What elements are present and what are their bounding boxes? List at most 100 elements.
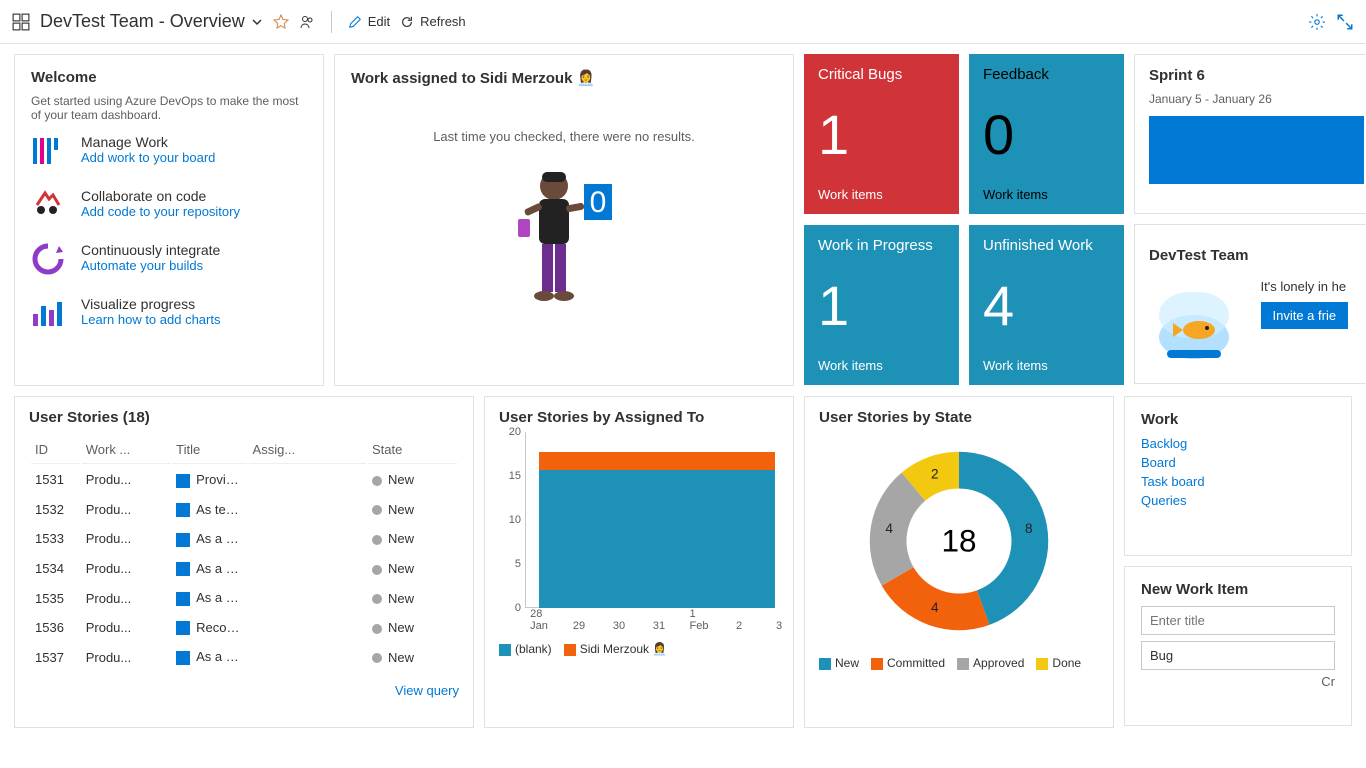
dashboard-title: DevTest Team - Overview [40, 11, 245, 32]
kpi-value: 1 [818, 107, 945, 163]
work-link[interactable]: Queries [1141, 493, 1335, 508]
kpi-value: 1 [818, 278, 945, 334]
chart-state-title: User Stories by State [819, 409, 1099, 426]
col-header[interactable]: Assig... [249, 436, 366, 464]
col-header[interactable]: ID [31, 436, 80, 464]
team-title: DevTest Team [1149, 247, 1249, 264]
kpi-tile[interactable]: Unfinished Work4Work items [969, 225, 1124, 385]
sprint-tile[interactable]: Sprint 6 January 5 - January 26 [1134, 54, 1366, 214]
welcome-desc: Get started using Azure DevOps to make t… [31, 94, 307, 122]
area-chart: 05101520 28Jan2930311Feb23 [499, 432, 779, 632]
workitem-icon [176, 621, 190, 635]
stories-table: IDWork ...TitleAssig...State 1531Produ..… [29, 434, 459, 673]
work-link[interactable]: Task board [1141, 474, 1335, 489]
legend-item: Sidi Merzouk 👩‍💼 [564, 642, 668, 656]
state-dot-icon [372, 476, 382, 486]
kpi-grid: Critical Bugs1Work itemsFeedback0Work it… [804, 54, 1124, 386]
donut-slice[interactable] [882, 567, 990, 630]
welcome-item-title: Visualize progress [81, 296, 220, 312]
table-row[interactable]: 1531Produ...Provide related items or ...… [31, 466, 457, 494]
legend-item: Done [1036, 656, 1081, 670]
pencil-icon [348, 15, 362, 29]
work-links-tile: Work Backlog Board Task board Queries [1124, 396, 1352, 556]
dashboard-title-dropdown[interactable]: DevTest Team - Overview [40, 11, 263, 32]
new-wi-title: New Work Item [1141, 581, 1335, 598]
welcome-item-title: Collaborate on code [81, 188, 240, 204]
assigned-title: Work assigned to Sidi Merzouk 👩‍💼 [351, 69, 595, 87]
state-dot-icon [372, 653, 382, 663]
assigned-tile: Work assigned to Sidi Merzouk 👩‍💼 Last t… [334, 54, 794, 386]
invite-friend-button[interactable]: Invite a frie [1261, 302, 1349, 329]
stories-title: User Stories (18) [29, 409, 459, 426]
assigned-empty-msg: Last time you checked, there were no res… [433, 129, 695, 144]
user-stories-tile: User Stories (18) IDWork ...TitleAssig..… [14, 396, 474, 728]
svg-text:4: 4 [885, 521, 893, 536]
chart-assigned-title: User Stories by Assigned To [499, 409, 779, 426]
fishbowl-icon [1149, 272, 1239, 362]
svg-text:0: 0 [590, 186, 607, 219]
refresh-button[interactable]: Refresh [400, 14, 466, 29]
col-header[interactable]: Title [172, 436, 246, 464]
table-row[interactable]: 1532Produ...As tester, I need to test t.… [31, 496, 457, 524]
welcome-item-title: Manage Work [81, 134, 215, 150]
welcome-icon [31, 242, 67, 278]
workitem-icon [176, 503, 190, 517]
team-tile: DevTest Team It's lonely in he Invite a … [1134, 224, 1366, 384]
team-icon[interactable] [299, 14, 315, 30]
workitem-icon [176, 592, 190, 606]
svg-text:4: 4 [931, 600, 939, 615]
kpi-tile[interactable]: Feedback0Work items [969, 54, 1124, 214]
favorite-icon[interactable] [273, 14, 289, 30]
kpi-value: 0 [983, 107, 1110, 163]
kpi-sub: Work items [818, 187, 945, 202]
welcome-item-link[interactable]: Automate your builds [81, 258, 220, 273]
col-header[interactable]: State [368, 436, 457, 464]
welcome-item-link[interactable]: Add code to your repository [81, 204, 240, 219]
create-button[interactable]: Cr [1141, 674, 1335, 689]
edit-button[interactable]: Edit [348, 14, 390, 29]
welcome-tile: Welcome Get started using Azure DevOps t… [14, 54, 324, 386]
new-wi-type-select[interactable]: Bug [1141, 641, 1335, 670]
separator [331, 11, 332, 33]
welcome-item-link[interactable]: Add work to your board [81, 150, 215, 165]
work-title: Work [1141, 411, 1335, 428]
table-row[interactable]: 1535Produ...As a customer, I would li...… [31, 584, 457, 612]
edit-label: Edit [368, 14, 390, 29]
team-msg: It's lonely in he [1261, 279, 1349, 294]
table-row[interactable]: 1536Produ...Recommended products...New [31, 614, 457, 642]
workitem-icon [176, 651, 190, 665]
state-dot-icon [372, 565, 382, 575]
kpi-tile[interactable]: Critical Bugs1Work items [804, 54, 959, 214]
welcome-icon [31, 134, 67, 170]
legend-item: (blank) [499, 642, 552, 656]
donut-chart: 844218 [854, 436, 1064, 646]
table-row[interactable]: 1533Produ...As a customer, I should ...N… [31, 525, 457, 553]
work-link[interactable]: Backlog [1141, 436, 1335, 451]
table-row[interactable]: 1534Produ...As a customer, I should ...N… [31, 555, 457, 583]
table-row[interactable]: 1537Produ...As a customer, I would li...… [31, 643, 457, 671]
svg-text:8: 8 [1025, 521, 1033, 536]
state-dot-icon [372, 594, 382, 604]
new-wi-title-input[interactable] [1141, 606, 1335, 635]
welcome-item: Visualize progressLearn how to add chart… [31, 296, 307, 332]
welcome-icon [31, 296, 67, 332]
work-link[interactable]: Board [1141, 455, 1335, 470]
workitem-icon [176, 533, 190, 547]
welcome-item-link[interactable]: Learn how to add charts [81, 312, 220, 327]
view-query-link[interactable]: View query [395, 683, 459, 698]
kpi-sub: Work items [983, 187, 1110, 202]
stories-by-assigned-chart: User Stories by Assigned To 05101520 28J… [484, 396, 794, 728]
fullscreen-icon[interactable] [1336, 13, 1354, 31]
state-dot-icon [372, 535, 382, 545]
empty-illustration: 0 [504, 164, 624, 324]
state-dot-icon [372, 624, 382, 634]
toolbar: DevTest Team - Overview Edit Refresh [0, 0, 1366, 44]
col-header[interactable]: Work ... [82, 436, 170, 464]
kpi-sub: Work items [983, 358, 1110, 373]
svg-text:2: 2 [931, 467, 939, 482]
area-legend: (blank) Sidi Merzouk 👩‍💼 [499, 642, 779, 656]
kpi-label: Work in Progress [818, 237, 945, 254]
kpi-tile[interactable]: Work in Progress1Work items [804, 225, 959, 385]
state-dot-icon [372, 505, 382, 515]
settings-icon[interactable] [1308, 13, 1326, 31]
